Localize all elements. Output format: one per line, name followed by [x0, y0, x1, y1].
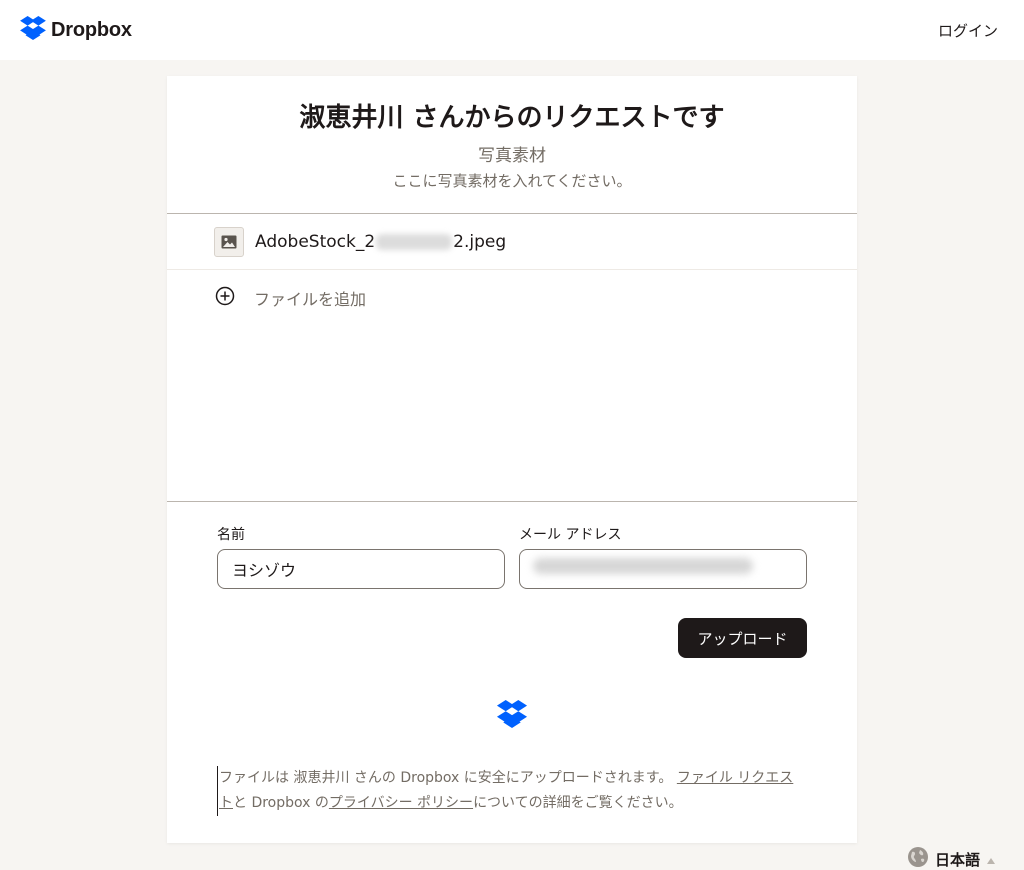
caret-up-icon [986, 850, 996, 869]
request-description: ここに写真素材を入れてください。 [392, 172, 632, 190]
globe-icon [907, 846, 929, 870]
name-field-group: 名前 [217, 526, 505, 589]
dropbox-logo-icon [19, 16, 47, 44]
request-title: 淑恵井川 さんからのリクエストです [299, 103, 725, 133]
brand-name: Dropbox [51, 18, 132, 41]
language-label: 日本語 [935, 850, 981, 869]
file-name-prefix: AdobeStock_2 [255, 231, 376, 252]
plus-circle-icon [215, 286, 235, 310]
image-icon [214, 226, 244, 257]
name-label: 名前 [217, 527, 245, 543]
file-row[interactable]: AdobeStock_2 2.jpeg [167, 214, 857, 270]
file-name-suffix: 2.jpeg [453, 231, 507, 252]
redacted-text [376, 233, 453, 250]
request-subtitle: 写真素材 [478, 146, 546, 166]
uploader-form: 名前 メール アドレス アップロード ファイルは 淑恵井川 さんの Dropbo… [167, 502, 857, 842]
add-file-label: ファイルを追加 [254, 290, 367, 309]
name-input[interactable] [217, 549, 505, 589]
login-link[interactable]: ログイン [938, 20, 998, 41]
redacted-email [533, 558, 753, 574]
top-bar: Dropbox ログイン [0, 0, 1024, 60]
dropbox-footer-logo-icon [496, 700, 528, 732]
file-name: AdobeStock_2 2.jpeg [255, 232, 506, 252]
dropbox-logo-link[interactable]: Dropbox [19, 16, 132, 44]
legal-text-3: についての詳細をご覧ください。 [473, 795, 683, 811]
email-field-group: メール アドレス [519, 526, 807, 589]
privacy-policy-link[interactable]: プライバシー ポリシー [329, 795, 473, 811]
email-label: メール アドレス [519, 527, 622, 543]
request-header: 淑恵井川 さんからのリクエストです 写真素材 ここに写真素材を入れてください。 [167, 76, 857, 214]
legal-notice: ファイルは 淑恵井川 さんの Dropbox に安全にアップロードされます。 フ… [217, 766, 807, 816]
file-list: AdobeStock_2 2.jpeg ファイルを追加 [167, 214, 857, 502]
add-file-button[interactable]: ファイルを追加 [167, 270, 857, 326]
language-selector[interactable]: 日本語 [907, 846, 996, 870]
legal-text-1: ファイルは 淑恵井川 さんの Dropbox に安全にアップロードされます。 [219, 770, 673, 786]
legal-text-2: と Dropbox の [233, 795, 329, 811]
file-request-card: 淑恵井川 さんからのリクエストです 写真素材 ここに写真素材を入れてください。 … [167, 76, 857, 843]
upload-button[interactable]: アップロード [678, 618, 807, 658]
